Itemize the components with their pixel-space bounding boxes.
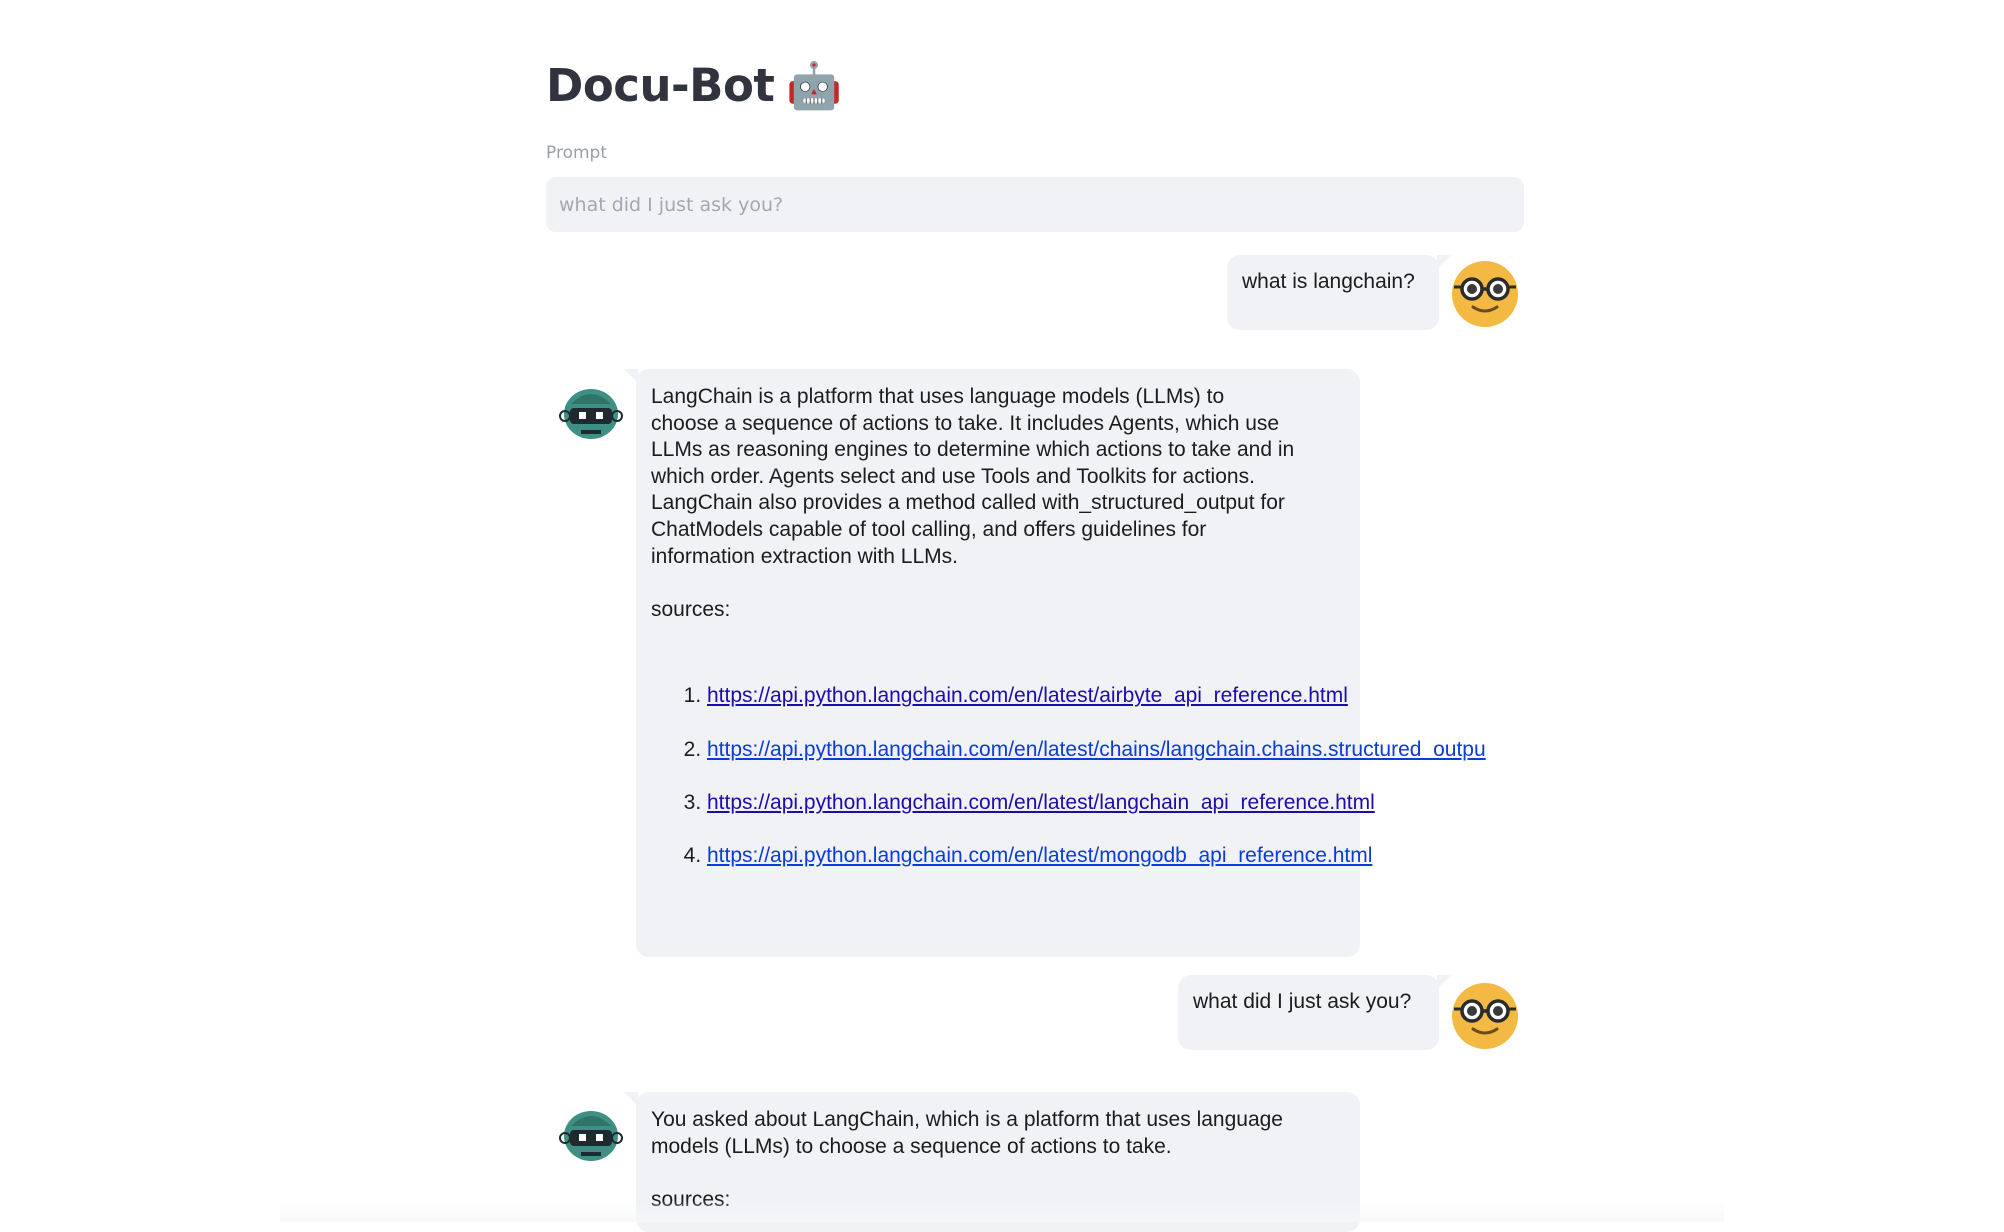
source-link[interactable]: https://api.python.langchain.com/en/late… <box>707 738 1486 761</box>
source-item: https://api.python.langchain.com/en/late… <box>707 790 1375 843</box>
source-link[interactable]: https://api.python.langchain.com/en/late… <box>707 684 1348 707</box>
prompt-input[interactable] <box>546 177 1524 232</box>
source-item: https://api.python.langchain.com/en/late… <box>707 843 1372 896</box>
assistant-message-bubble: You asked about LangChain, which is a pl… <box>624 1092 1360 1232</box>
prompt-label: Prompt <box>546 143 607 163</box>
user-message-bubble: what did I just ask you? <box>1178 975 1451 1050</box>
page-title: Docu-Bot 🤖 <box>546 54 842 118</box>
nerd-face-icon <box>1451 260 1519 328</box>
assistant-message-bubble: LangChain is a platform that uses langua… <box>624 369 1486 957</box>
sources-label: sources: <box>651 1187 731 1211</box>
robot-emoji-icon: 🤖 <box>786 59 842 112</box>
assistant-message-text: You asked about LangChain, which is a pl… <box>651 1108 1283 1158</box>
app-page: Docu-Bot🤖 Prompt what is langchain? <box>0 0 2004 1232</box>
source-item: https://api.python.langchain.com/en/late… <box>707 737 1486 790</box>
user-message-text: what did I just ask you? <box>1193 990 1412 1013</box>
robot-avatar-icon <box>557 1100 625 1168</box>
sources-label: sources: <box>651 597 731 621</box>
user-message-text: what is langchain? <box>1242 270 1415 293</box>
assistant-message-text: LangChain is a platform that uses langua… <box>651 385 1295 568</box>
nerd-face-icon <box>1451 982 1519 1050</box>
robot-avatar-icon <box>557 378 625 446</box>
title-text: Docu-Bot <box>546 59 775 112</box>
source-link[interactable]: https://api.python.langchain.com/en/late… <box>707 791 1375 814</box>
user-message-bubble: what is langchain? <box>1227 255 1451 330</box>
source-item: https://api.python.langchain.com/en/late… <box>707 683 1348 736</box>
source-link[interactable]: https://api.python.langchain.com/en/late… <box>707 844 1372 867</box>
sources-list: https://api.python.langchain.com/en/late… <box>651 683 1486 896</box>
